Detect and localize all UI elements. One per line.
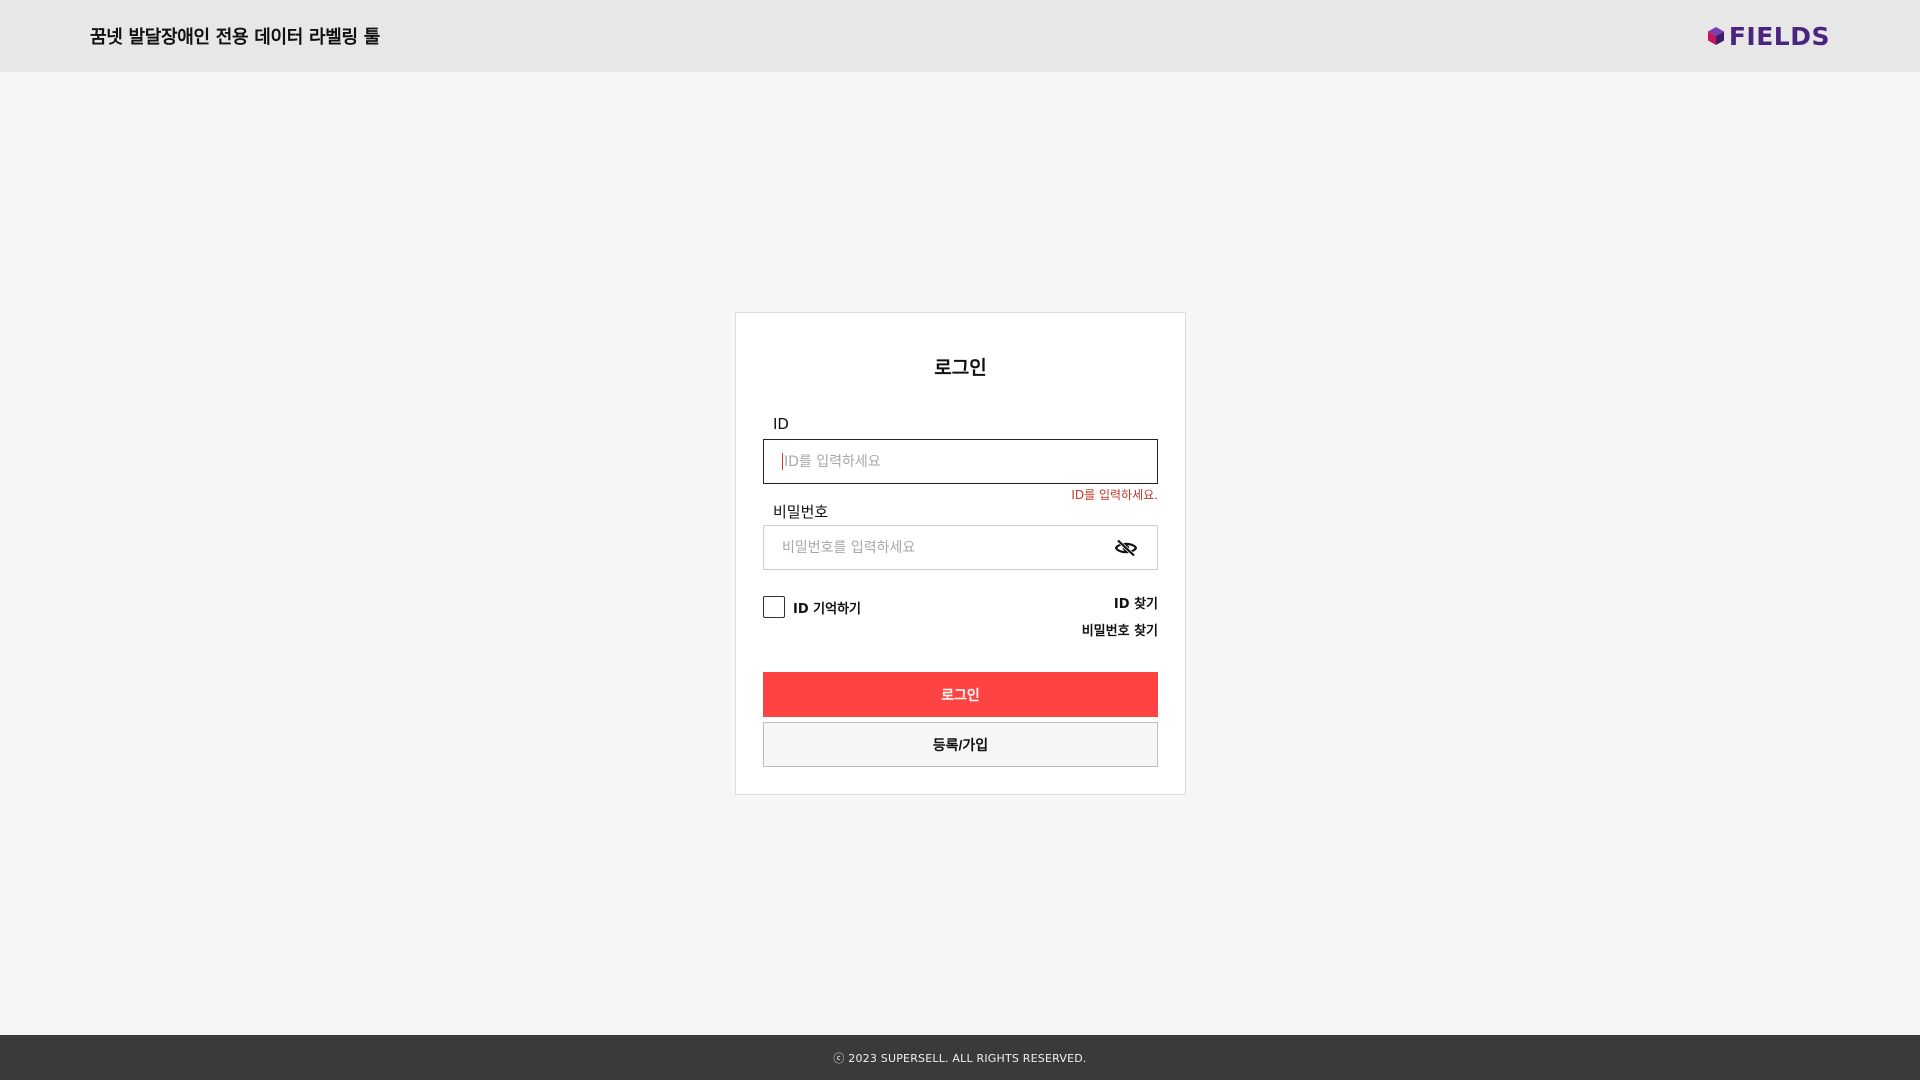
checkbox-box[interactable] [763, 596, 785, 618]
id-input[interactable] [784, 453, 1139, 470]
login-button[interactable]: 로그인 [763, 672, 1158, 717]
brand-name: FIELDS [1728, 21, 1830, 51]
password-label: 비밀번호 [773, 503, 829, 521]
top-header: 꿈넷 발달장애인 전용 데이터 라벨링 툴 FIELDS [0, 0, 1920, 72]
login-title: 로그인 [934, 357, 987, 379]
password-input[interactable] [782, 539, 1113, 556]
brand-logo[interactable]: FIELDS [1707, 24, 1830, 49]
eye-off-icon[interactable] [1113, 535, 1139, 561]
remember-id-label: ID 기억하기 [793, 601, 861, 617]
text-caret [782, 453, 783, 470]
id-input-wrapper[interactable] [763, 439, 1158, 484]
copyright-text: ⓒ 2023 SUPERSELL. ALL RIGHTS RESERVED. [833, 1051, 1087, 1065]
brand-cube-icon [1707, 26, 1725, 46]
id-label: ID [773, 415, 789, 433]
app-title: 꿈넷 발달장애인 전용 데이터 라벨링 툴 [90, 27, 380, 48]
footer: ⓒ 2023 SUPERSELL. ALL RIGHTS RESERVED. [0, 1035, 1920, 1080]
login-card: 로그인 ID ID를 입력하세요. 비밀번호 ID 기억하기 ID 찾기 비밀번… [735, 312, 1186, 795]
password-input-wrapper[interactable] [763, 525, 1158, 570]
find-password-link[interactable]: 비밀번호 찾기 [1082, 620, 1158, 639]
remember-id-checkbox[interactable]: ID 기억하기 [763, 596, 861, 618]
id-error-message: ID를 입력하세요. [1071, 488, 1158, 502]
register-button[interactable]: 등록/가입 [763, 722, 1158, 767]
find-id-link[interactable]: ID 찾기 [1114, 593, 1158, 612]
